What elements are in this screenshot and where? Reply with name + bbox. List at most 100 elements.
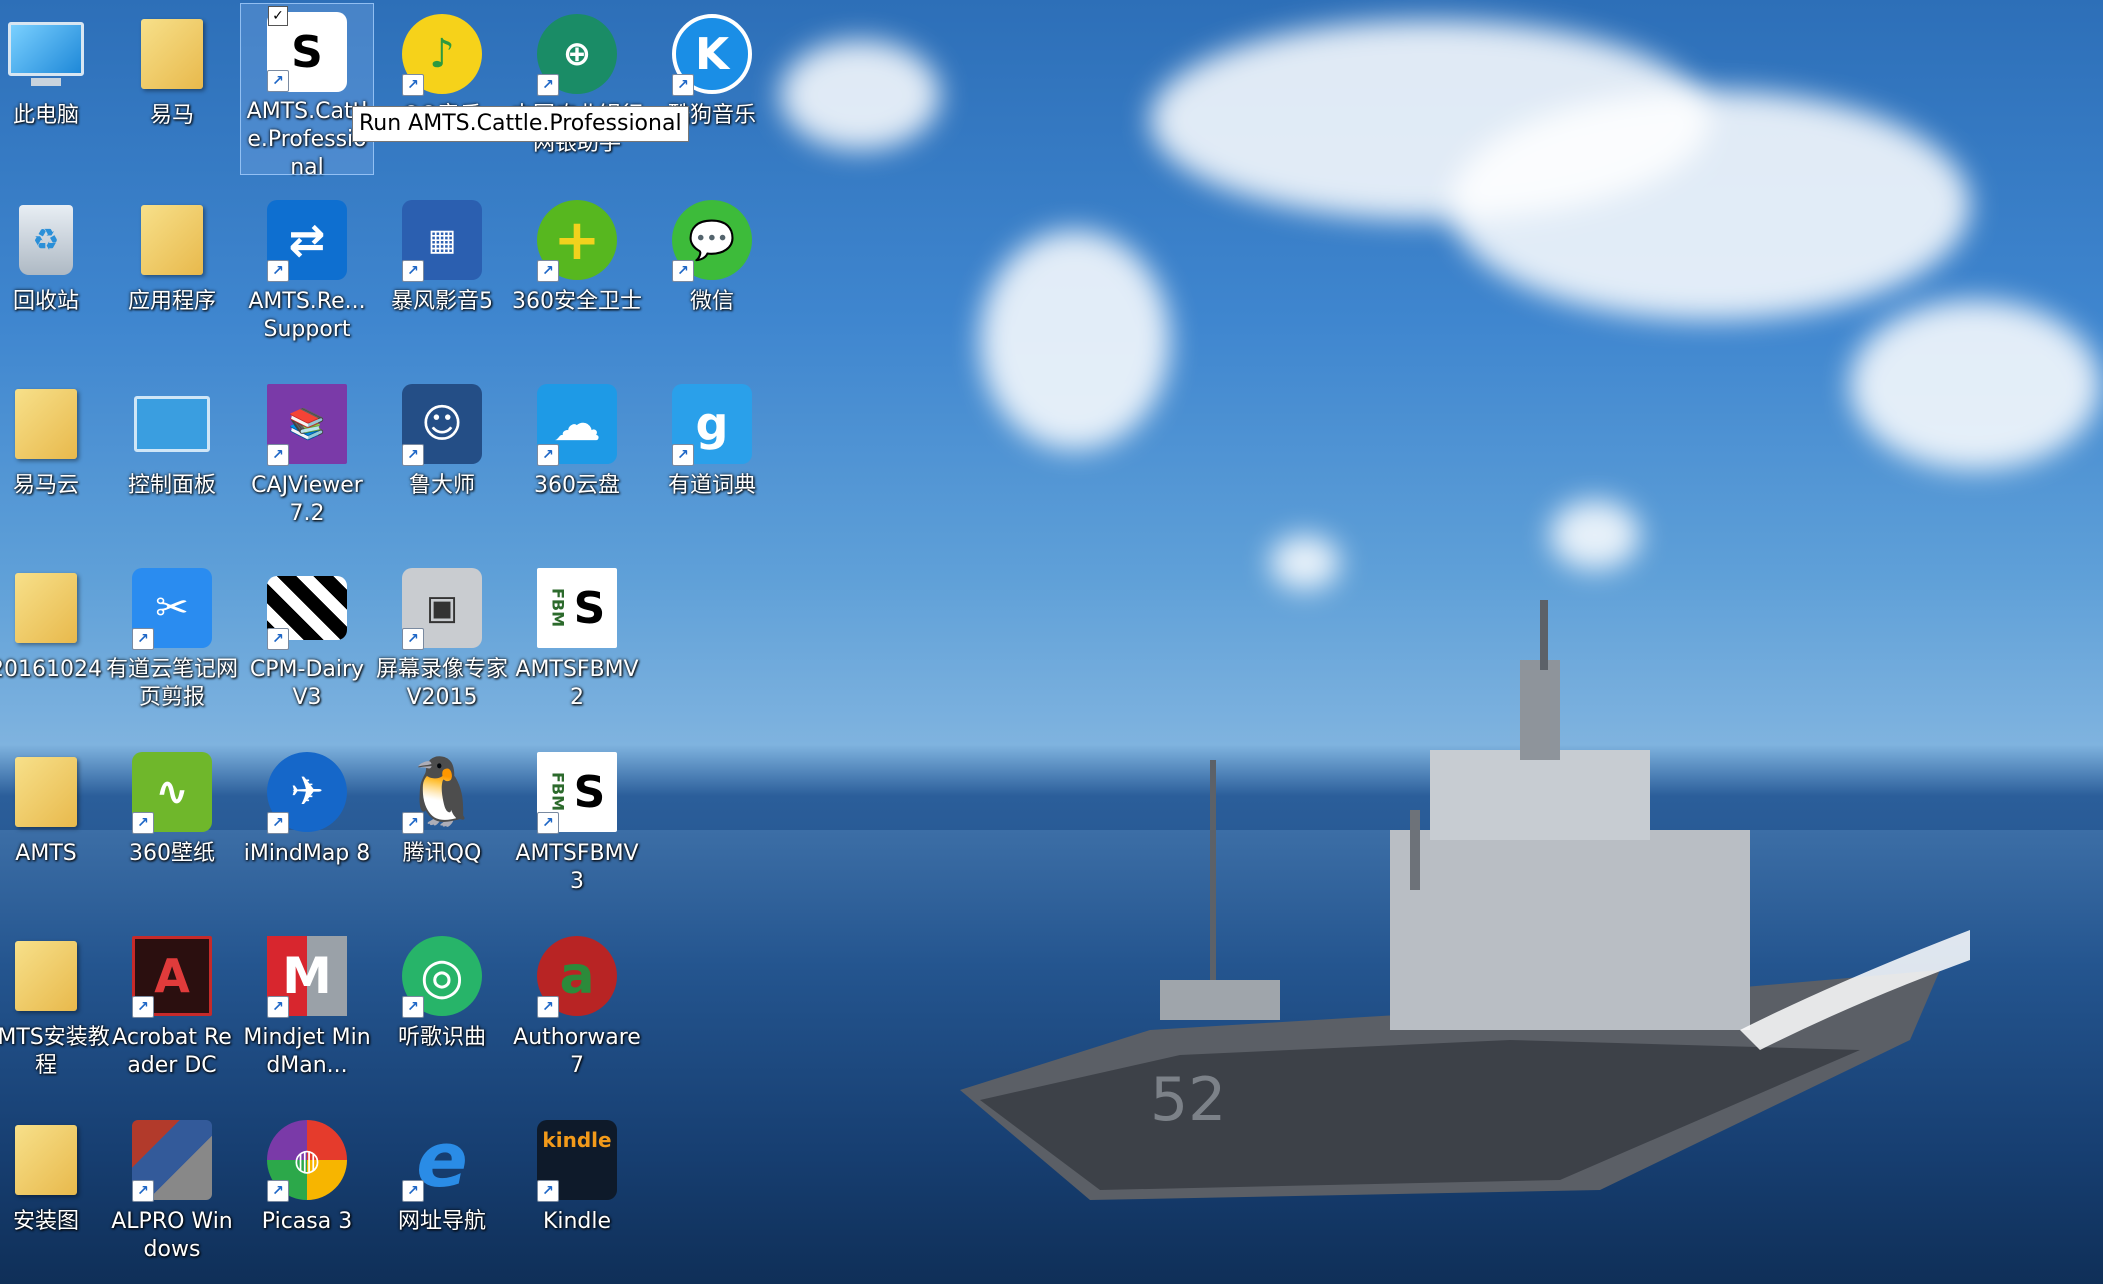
control-panel-icon [134,396,210,452]
svg-text:52: 52 [1150,1065,1226,1135]
desktop-icon[interactable]: g ↗ 有道词典 [646,374,778,544]
desktop-icon[interactable]: A ↗ Acrobat Reader DC [106,926,238,1096]
desktop-icon[interactable]: ⊕↗中国农业银行网银助手 [511,4,643,174]
icon-image: ☁ ↗ [535,382,619,466]
desktop-icon[interactable]: ↗ ALPRO Windows [106,1110,238,1280]
desktop-icon[interactable]: 控制面板 [106,374,238,544]
desktop-icon[interactable]: e ↗ 网址导航 [376,1110,508,1280]
desktop-icon[interactable]: 💬 ↗ 微信 [646,190,778,360]
shortcut-arrow-icon: ↗ [672,260,694,282]
desktop-icon-label: 屏幕录像专家 V2015 [376,657,509,710]
shortcut-arrow-icon: ↗ [672,74,694,96]
warship-image: 52 [960,600,1970,1200]
desktop-icon[interactable]: ◎ ↗ 听歌识曲 [376,926,508,1096]
icon-image [130,382,214,466]
shortcut-arrow-icon: ↗ [267,444,289,466]
folder-icon [141,19,203,89]
desktop-icon-label: 360云盘 [534,473,620,498]
desktop-icon[interactable]: kindle ↗ Kindle [511,1110,643,1280]
icon-image: 💬 ↗ [670,198,754,282]
desktop-icon[interactable]: AMTS [0,742,112,912]
desktop-icon-label: Acrobat Reader DC [112,1025,232,1078]
desktop-icon[interactable]: 🐧 ↗ 腾讯QQ [376,742,508,912]
folder-icon [15,573,77,643]
recycle-bin-icon: ♻ [19,205,73,275]
desktop-icon[interactable]: ⇄ ↗ AMTS.Re... Support [241,190,373,360]
desktop-icon-label: 微信 [689,289,734,314]
shortcut-arrow-icon: ↗ [267,996,289,1018]
icon-image: ∿ ↗ [130,750,214,834]
desktop-icon[interactable]: 易马 [106,4,238,174]
shortcut-arrow-icon: ↗ [132,996,154,1018]
desktop-icon[interactable]: a ↗ Authorware 7 [511,926,643,1096]
desktop-icon[interactable]: FBM S AMTSFBMV2 [511,558,643,728]
desktop-icon-label: 应用程序 [127,289,216,314]
desktop-icon-label: 控制面板 [127,473,216,498]
desktop-icon[interactable]: ▣ ↗ 屏幕录像专家 V2015 [376,558,508,728]
desktop-icon[interactable]: 应用程序 [106,190,238,360]
amtsfbm-icon: FBM S [537,568,617,648]
icon-image: ☺ ↗ [400,382,484,466]
desktop-icon-label: 腾讯QQ [402,841,482,866]
desktop-icon[interactable]: ♻ 回收站 [0,190,112,360]
desktop-icon[interactable]: 安装图 [0,1110,112,1280]
desktop-icon-label: 安装图 [12,1209,79,1234]
desktop-icon[interactable]: ◍ ↗ Picasa 3 [241,1110,373,1280]
tooltip: Run AMTS.Cattle.Professional [352,106,689,142]
desktop-icon-label: Picasa 3 [261,1209,353,1234]
desktop-icon[interactable]: M ↗ Mindjet MindMan... [241,926,373,1096]
desktop-icon[interactable]: AMTS安装教程 [0,926,112,1096]
desktop-icon-label: Kindle [542,1209,612,1234]
desktop-icon[interactable]: K ↗ 酷狗音乐 [646,4,778,174]
desktop-icon[interactable]: FBM S ↗ AMTSFBMV3 [511,742,643,912]
shortcut-arrow-icon: ↗ [672,444,694,466]
desktop-icon-label: 有道云笔记网页剪报 [106,657,239,710]
shortcut-arrow-icon: ↗ [132,812,154,834]
desktop-icon[interactable]: 易马云 [0,374,112,544]
icon-image: ♻ [4,198,88,282]
desktop-icon[interactable]: ✈ ↗ iMindMap 8 [241,742,373,912]
desktop-icon-label: CPM-Dairy V3 [249,657,365,710]
icon-image [130,12,214,96]
icon-image [130,198,214,282]
icon-image: ↗ [265,566,349,650]
desktop-icon[interactable]: ☁ ↗ 360云盘 [511,374,643,544]
desktop-icon[interactable]: + ↗ 360安全卫士 [511,190,643,360]
wallpaper-cloud [780,40,940,150]
desktop-icon-label: AMTS安装教程 [0,1025,110,1078]
shortcut-arrow-icon: ↗ [267,260,289,282]
shortcut-arrow-icon: ↗ [267,1180,289,1202]
icon-image: FBM S ↗ [535,750,619,834]
shortcut-arrow-icon: ↗ [402,996,424,1018]
desktop-icon[interactable]: 20161024 [0,558,112,728]
icon-image: K ↗ [670,12,754,96]
desktop-icon[interactable]: ✂ ↗ 有道云笔记网页剪报 [106,558,238,728]
desktop-icon-label: AMTSFBMV2 [515,657,639,710]
folder-icon [15,1125,77,1195]
desktop-icon-label: 360壁纸 [129,841,215,866]
icon-image [4,934,88,1018]
shortcut-arrow-icon: ↗ [537,996,559,1018]
desktop-icon-label: AMTSFBMV3 [515,841,639,894]
icon-image: ⊕ ↗ [535,12,619,96]
icon-image: ↗ [130,1118,214,1202]
desktop-icon[interactable]: ☺ ↗ 鲁大师 [376,374,508,544]
icon-image: 🐧 ↗ [400,750,484,834]
desktop-icon-label: 网址导航 [397,1209,486,1234]
icon-image: ✂ ↗ [130,566,214,650]
icon-image [4,1118,88,1202]
wallpaper-cloud [980,230,1170,450]
icon-image [4,12,88,96]
desktop-icon[interactable]: 此电脑 [0,4,112,174]
icon-image: ◎ ↗ [400,934,484,1018]
desktop-icon[interactable]: S ↗ AMTS.Cattle.Professional [240,3,374,180]
desktop-icon-label: 听歌识曲 [397,1025,486,1050]
desktop-icon[interactable]: ↗ CPM-Dairy V3 [241,558,373,728]
desktop-icon[interactable]: ♪↗QQ音乐 [376,4,508,174]
selection-checkbox[interactable]: ✓ [268,6,288,26]
desktop-icon[interactable]: 📚 ↗ CAJViewer 7.2 [241,374,373,544]
desktop-icon[interactable]: ▦ ↗ 暴风影音5 [376,190,508,360]
folder-pdf-icon [15,757,77,827]
desktop-icon[interactable]: ∿ ↗ 360壁纸 [106,742,238,912]
wallpaper-cloud [1850,300,2100,470]
